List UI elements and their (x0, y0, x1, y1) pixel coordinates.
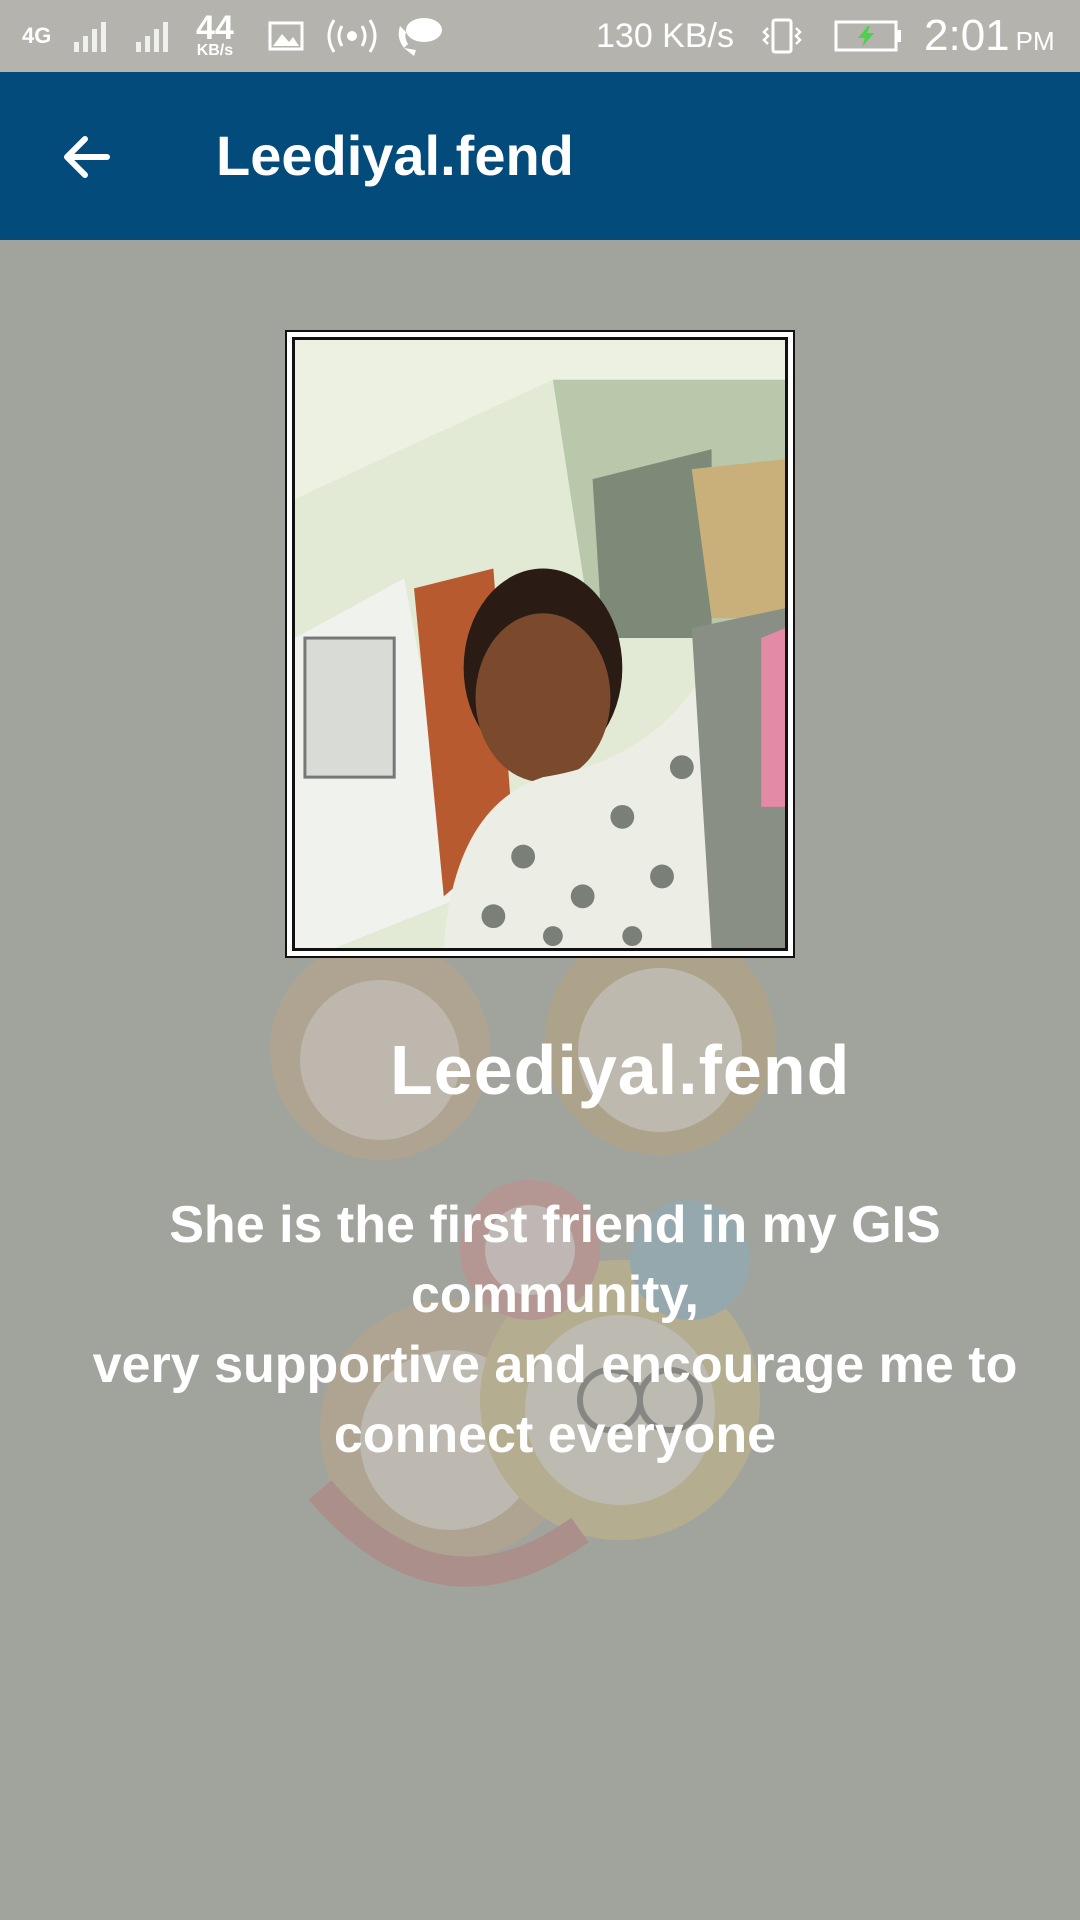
data-speed: 130 KB/s (596, 16, 734, 55)
profile-screen: 4G 44 KB/s 130 KB/s 2:01 PM Leediyal.fen… (0, 0, 1080, 1920)
back-button[interactable] (40, 112, 130, 202)
data-speed-small: 44 KB/s (196, 9, 234, 59)
gallery-icon (268, 0, 304, 72)
network-type: 4G (22, 23, 52, 48)
hotspot-icon (326, 0, 378, 72)
signal-icon (134, 0, 184, 72)
chat-icon (394, 0, 446, 72)
signal-icon (72, 0, 122, 72)
profile-photo[interactable] (292, 337, 788, 951)
battery-charging-icon (834, 0, 904, 72)
app-title: Leediyal.fend (216, 124, 574, 187)
status-bar: 4G 44 KB/s 130 KB/s 2:01 PM (0, 0, 1080, 72)
app-bar: Leediyal.fend (0, 72, 1080, 240)
vibrate-icon (760, 0, 804, 72)
description-line-1: She is the first friend in my GIS commun… (169, 1196, 941, 1324)
profile-photo-frame (285, 330, 795, 958)
description-line-2: very supportive and encourage me to conn… (92, 1336, 1018, 1464)
clock: 2:01 PM (924, 11, 1055, 60)
profile-description: She is the first friend in my GIS commun… (60, 1190, 1050, 1470)
profile-name: Leediyal.fend (390, 1031, 851, 1109)
arrow-left-icon (64, 136, 110, 178)
